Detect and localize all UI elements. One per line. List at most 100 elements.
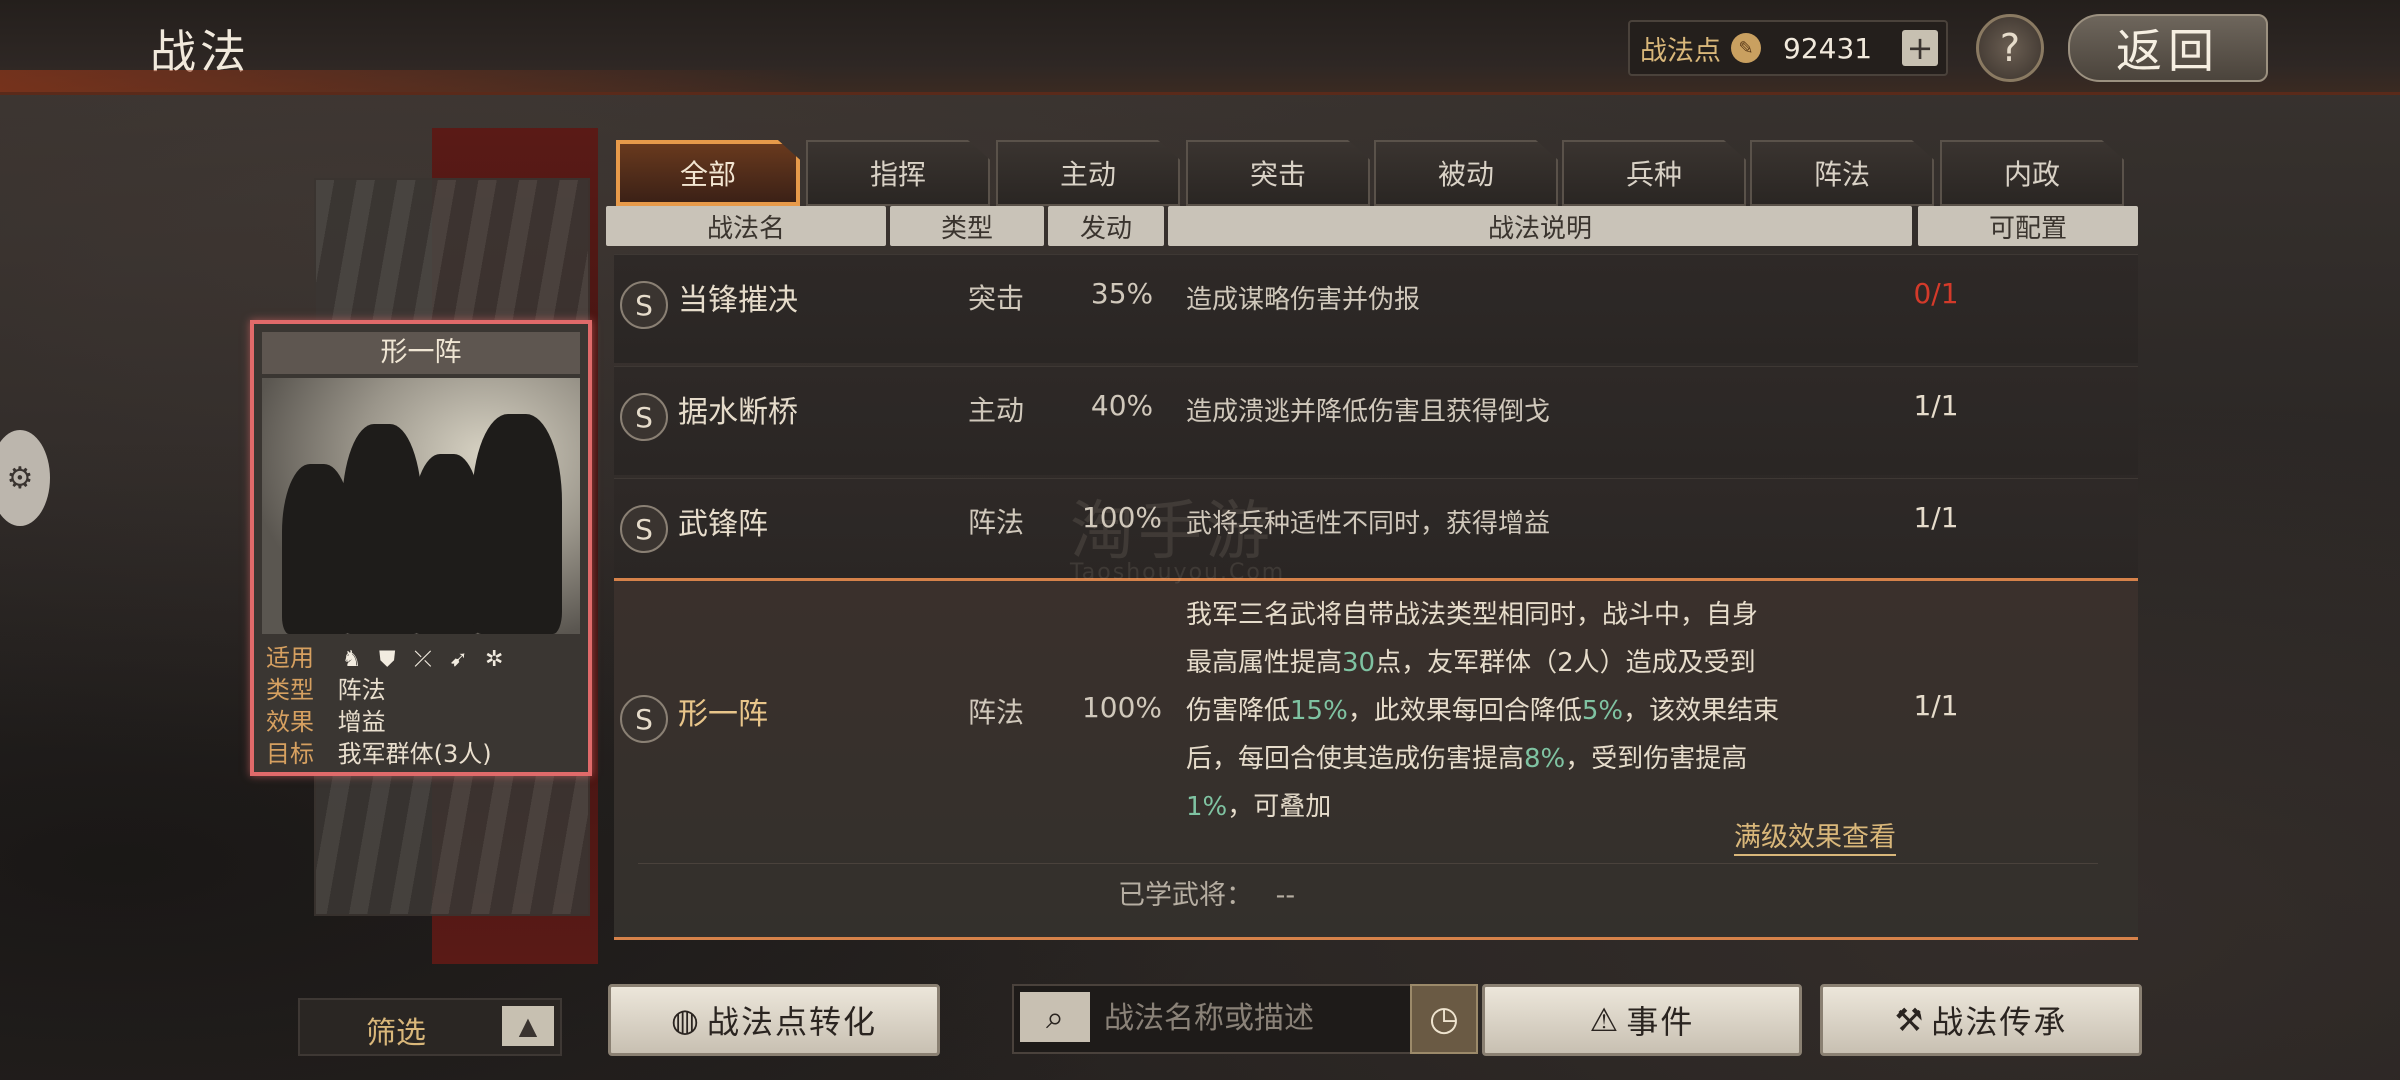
- tab-passive[interactable]: 被动: [1374, 140, 1558, 206]
- bottom-bar: 筛选 ▲ ◍ 战法点转化 ⌕ ◷ ⚠ 事件 ⚒ 战法传承: [0, 970, 2400, 1080]
- desc-text: ，受到伤害提高: [1565, 744, 1748, 774]
- watermark-en: Taoshouyou.Com: [1070, 560, 1286, 585]
- watermark: 淘手游: [1070, 495, 1274, 569]
- tactic-rate: 35%: [1090, 277, 1154, 310]
- tactic-name: 形一阵: [678, 697, 768, 732]
- learned-value: --: [1275, 880, 1296, 911]
- convert-points-button[interactable]: ◍ 战法点转化: [608, 984, 940, 1056]
- tactic-rate: 100%: [1081, 691, 1163, 724]
- column-header-type[interactable]: 类型: [890, 206, 1044, 246]
- card-type-row: 类型 阵法: [266, 670, 386, 705]
- tactic-name: 据水断桥: [678, 395, 798, 430]
- learned-label: 已学武将：: [1118, 880, 1253, 911]
- table-row-selected[interactable]: S 形一阵 阵法 100% 我军三名武将自带战法类型相同时，战斗中，自身 最高属…: [614, 578, 2138, 940]
- tab-internal[interactable]: 内政: [1940, 140, 2124, 206]
- horse-icon: ♞: [341, 647, 362, 672]
- tactic-points-label: 战法点: [1640, 35, 1721, 67]
- clock-icon[interactable]: ◷: [1410, 984, 1478, 1054]
- table-row[interactable]: S 武锋阵 阵法 100% 武将兵种适性不同时，获得增益 1/1: [614, 478, 2138, 587]
- tactics-table: S 当锋摧决 突击 35% 造成谋略伤害并伪报 0/1 S 据水断桥 主动 40…: [604, 252, 2138, 964]
- tactic-card: 形一阵 适用 ♞ ⛊ ⤫ ➹ ✲ 类型 阵法 效果 增益 目标 我军群体(3人): [250, 320, 592, 776]
- card-target-row: 目标 我军群体(3人): [266, 734, 492, 769]
- column-header-config[interactable]: 可配置: [1918, 206, 2138, 246]
- desc-highlight: 15%: [1290, 696, 1348, 726]
- column-header-rate[interactable]: 发动: [1048, 206, 1164, 246]
- search-input[interactable]: [1102, 992, 1426, 1044]
- desc-text: 伤害降低: [1186, 696, 1291, 726]
- table-row[interactable]: S 当锋摧决 突击 35% 造成谋略伤害并伪报 0/1: [614, 254, 2138, 363]
- desc-line: 我军三名武将自带战法类型相同时，战斗中，自身: [1186, 600, 1759, 630]
- page-title: 战法: [150, 25, 250, 79]
- tab-formation[interactable]: 阵法: [1750, 140, 1934, 206]
- rank-s-badge: S: [620, 505, 668, 553]
- tactic-config: 0/1: [1913, 277, 1959, 310]
- filter-control[interactable]: 筛选 ▲: [298, 998, 562, 1056]
- hammer-icon: ⚒: [1894, 1001, 1926, 1039]
- card-applicable-row: 适用 ♞ ⛊ ⤫ ➹ ✲: [266, 638, 508, 673]
- search-icon[interactable]: ⌕: [1020, 992, 1090, 1042]
- tab-troop[interactable]: 兵种: [1562, 140, 1746, 206]
- search-box[interactable]: ⌕: [1012, 984, 1436, 1054]
- tactic-points-value: 92431: [1783, 31, 1873, 65]
- event-label: 事件: [1626, 1003, 1695, 1041]
- divider: [638, 863, 2098, 864]
- desc-line: 最高属性提高30点，友军群体（2人）造成及受到: [1186, 639, 1926, 687]
- add-points-button[interactable]: +: [1902, 29, 1938, 67]
- desc-text: ，可叠加: [1227, 792, 1332, 822]
- type-label: 类型: [266, 676, 314, 704]
- desc-highlight: 8%: [1524, 744, 1566, 774]
- desc-text: ，此效果每回合降低: [1347, 696, 1582, 726]
- desc-text: 最高属性提高: [1186, 648, 1343, 678]
- effect-label: 效果: [266, 708, 314, 736]
- type-value: 阵法: [337, 676, 386, 704]
- event-button[interactable]: ⚠ 事件: [1482, 984, 1802, 1056]
- soldier-silhouette: [472, 414, 562, 634]
- tab-assault[interactable]: 突击: [1186, 140, 1370, 206]
- bow-icon: ⤫: [414, 647, 432, 672]
- alert-icon: ⚠: [1589, 1001, 1621, 1039]
- wheel-icon: ✲: [484, 647, 504, 672]
- full-effect-link[interactable]: 满级效果查看: [1734, 815, 1896, 856]
- desc-text: 后，每回合使其造成伤害提高: [1186, 744, 1525, 774]
- inherit-button[interactable]: ⚒ 战法传承: [1820, 984, 2142, 1056]
- desc-highlight: 1%: [1186, 792, 1228, 822]
- column-header-desc: 战法说明: [1168, 206, 1912, 246]
- tab-command[interactable]: 指挥: [806, 140, 990, 206]
- learned-generals: 已学武将： --: [1118, 873, 1295, 912]
- table-row[interactable]: S 据水断桥 主动 40% 造成溃逃并降低伤害且获得倒戈 1/1: [614, 366, 2138, 475]
- chevron-up-icon[interactable]: ▲: [502, 1006, 554, 1046]
- rank-s-badge: S: [620, 281, 668, 329]
- tactic-long-desc: 我军三名武将自带战法类型相同时，战斗中，自身 最高属性提高30点，友军群体（2人…: [1186, 591, 1926, 831]
- filter-label: 筛选: [366, 1016, 426, 1051]
- tactic-type: 突击: [967, 282, 1024, 315]
- back-button[interactable]: 返回: [2068, 14, 2268, 82]
- tactic-desc: 造成溃逃并降低伤害且获得倒戈: [1186, 397, 1551, 427]
- spear-icon: ➹: [449, 647, 468, 672]
- soldier-silhouette: [342, 424, 422, 634]
- card-name: 形一阵: [262, 332, 580, 374]
- tactic-name: 武锋阵: [678, 507, 768, 542]
- tactic-type: 阵法: [967, 696, 1024, 729]
- shield-icon: ⛊: [379, 647, 396, 672]
- tactic-desc: 造成谋略伤害并伪报: [1186, 285, 1421, 315]
- applicable-label: 适用: [266, 644, 314, 672]
- tactic-type: 主动: [967, 394, 1024, 427]
- desc-text: ，该效果结束: [1623, 696, 1780, 726]
- desc-text: 点，友军群体（2人）造成及受到: [1375, 648, 1756, 678]
- column-header-name[interactable]: 战法名: [606, 206, 886, 246]
- tab-all[interactable]: 全部: [616, 140, 800, 206]
- help-button[interactable]: ?: [1976, 14, 2044, 82]
- tactic-config: 1/1: [1913, 689, 1959, 722]
- rank-s-badge: S: [620, 695, 668, 743]
- tactic-config: 1/1: [1913, 389, 1959, 422]
- target-label: 目标: [266, 740, 314, 768]
- desc-line: 伤害降低15%，此效果每回合降低5%，该效果结束: [1186, 687, 1926, 735]
- tactic-config: 1/1: [1913, 501, 1959, 534]
- card-art: [262, 378, 580, 634]
- flame-icon: ◍: [671, 1001, 701, 1039]
- tactic-rate: 40%: [1090, 389, 1154, 422]
- tactic-name: 当锋摧决: [678, 283, 798, 318]
- tab-active[interactable]: 主动: [996, 140, 1180, 206]
- inherit-label: 战法传承: [1931, 1003, 2068, 1041]
- desc-highlight: 5%: [1581, 696, 1624, 726]
